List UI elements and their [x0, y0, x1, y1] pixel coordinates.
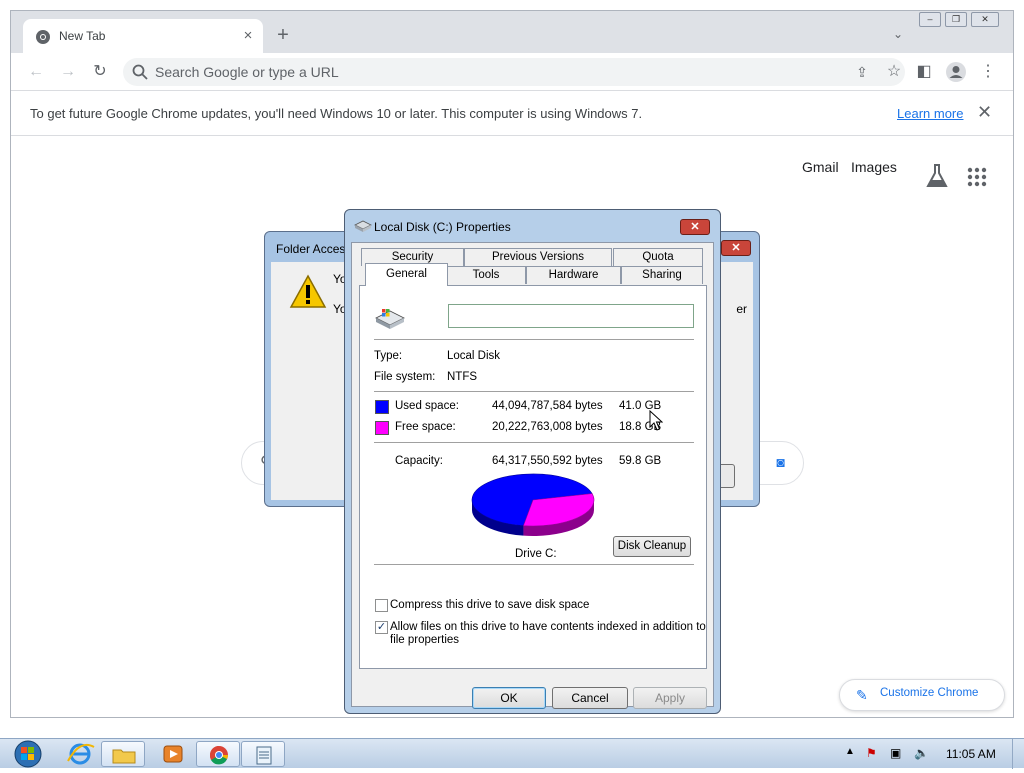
- google-apps-icon[interactable]: [967, 167, 987, 187]
- index-contents-label: Allow files on this drive to have conten…: [390, 621, 706, 633]
- back-icon[interactable]: ←: [25, 61, 47, 83]
- mouse-cursor-icon: [649, 410, 663, 431]
- action-center-icon[interactable]: ⚑: [866, 746, 877, 760]
- cancel-button[interactable]: Cancel: [552, 687, 628, 709]
- windows-taskbar: ▲ ⚑ ▣ 🔈 11:05 AM: [0, 738, 1024, 769]
- tab-quota[interactable]: Quota: [613, 248, 703, 266]
- compress-drive-checkbox[interactable]: [375, 599, 388, 612]
- infobar-message: To get future Google Chrome updates, you…: [30, 106, 643, 121]
- file-system-label: File system:: [374, 371, 436, 383]
- labs-flask-icon[interactable]: [925, 163, 949, 189]
- reload-icon[interactable]: ↻: [89, 61, 111, 83]
- windows-explorer-icon[interactable]: [101, 741, 145, 767]
- local-disk-properties-dialog: Local Disk (C:) Properties ✕ Security Pr…: [344, 209, 721, 714]
- type-label: Type:: [374, 350, 403, 362]
- show-hidden-icons[interactable]: ▲: [845, 746, 855, 757]
- infobar-close-icon[interactable]: ✕: [977, 102, 992, 123]
- chrome-icon: [36, 30, 50, 44]
- tab-search-chevron-icon[interactable]: ⌄: [893, 27, 903, 41]
- customize-chrome-label: Customize Chrome: [880, 687, 979, 699]
- profile-avatar-icon[interactable]: [945, 61, 967, 83]
- free-space-label: Free space:: [395, 421, 456, 433]
- separator: [374, 391, 694, 392]
- tab-tools[interactable]: Tools: [446, 266, 526, 284]
- used-space-swatch: [375, 400, 389, 414]
- type-value: Local Disk: [447, 350, 501, 362]
- chrome-taskbar-icon[interactable]: [196, 741, 240, 767]
- folder-dialog-title: Folder Acces: [276, 242, 346, 256]
- separator: [374, 564, 694, 565]
- omnibox[interactable]: ⇪ ☆: [123, 58, 905, 86]
- window-controls: – ❐ ✕: [919, 11, 999, 29]
- folder-dialog-text-3: er: [736, 302, 747, 316]
- tab-general[interactable]: General: [365, 263, 448, 286]
- disk-cleanup-button[interactable]: Disk Cleanup: [613, 536, 691, 557]
- update-infobar: To get future Google Chrome updates, you…: [11, 92, 1013, 136]
- learn-more-link[interactable]: Learn more: [897, 106, 963, 121]
- pencil-icon: ✎: [856, 687, 868, 703]
- drive-icon: [354, 220, 372, 232]
- network-icon[interactable]: ▣: [890, 746, 901, 760]
- forward-icon[interactable]: →: [57, 61, 79, 83]
- search-icon: [132, 64, 148, 80]
- file-system-value: NTFS: [447, 371, 478, 383]
- used-space-label: Used space:: [395, 400, 459, 412]
- volume-muted-icon[interactable]: 🔈: [914, 746, 929, 760]
- menu-kebab-icon[interactable]: ⋮: [977, 61, 999, 83]
- gmail-link[interactable]: Gmail: [802, 159, 839, 175]
- internet-explorer-icon[interactable]: [58, 741, 102, 767]
- separator: [374, 339, 694, 340]
- media-player-icon[interactable]: [151, 741, 195, 767]
- tab-hardware[interactable]: Hardware: [526, 266, 621, 284]
- drive-c-label: Drive C:: [515, 548, 557, 560]
- show-desktop-button[interactable]: [1012, 739, 1024, 769]
- new-tab-button[interactable]: +: [273, 25, 293, 45]
- capacity-label: Capacity:: [395, 455, 443, 467]
- bookmark-star-icon[interactable]: ☆: [883, 61, 905, 83]
- close-window-button[interactable]: ✕: [971, 12, 999, 27]
- used-space-bytes: 44,094,787,584 bytes: [492, 400, 603, 412]
- taskbar-clock[interactable]: 11:05 AM: [946, 747, 996, 761]
- maximize-button[interactable]: ❐: [945, 12, 967, 27]
- customize-chrome-button[interactable]: ✎ Customize Chrome: [839, 679, 1005, 711]
- properties-close-button[interactable]: ✕: [680, 219, 710, 235]
- local-disk-icon: [375, 309, 405, 329]
- capacity-gb: 59.8 GB: [619, 455, 662, 467]
- disk-usage-pie-chart: [471, 473, 595, 536]
- general-tab-panel: Type: Local Disk File system: NTFS Used …: [359, 285, 707, 669]
- properties-dialog-title: Local Disk (C:) Properties: [374, 220, 511, 234]
- tab-title: New Tab: [59, 29, 106, 43]
- apply-button[interactable]: Apply: [633, 687, 707, 709]
- folder-dialog-close-button[interactable]: ✕: [721, 240, 751, 256]
- browser-toolbar: ← → ↻ ⇪ ☆ ◧ ⋮: [11, 53, 1013, 91]
- free-space-bytes: 20,222,763,008 bytes: [492, 421, 603, 433]
- side-panel-icon[interactable]: ◧: [913, 61, 935, 83]
- capacity-bytes: 64,317,550,592 bytes: [492, 455, 603, 467]
- tab-sharing[interactable]: Sharing: [621, 266, 703, 284]
- index-contents-checkbox[interactable]: ✓: [375, 621, 388, 634]
- tab-strip: New Tab × + ⌄ – ❐ ✕: [11, 11, 1013, 53]
- omnibox-input[interactable]: [155, 62, 755, 82]
- index-contents-label-2: file properties: [390, 634, 460, 646]
- notepad-icon[interactable]: [241, 741, 285, 767]
- lens-camera-icon[interactable]: ◙: [777, 454, 785, 470]
- free-space-swatch: [375, 421, 389, 435]
- start-orb-icon[interactable]: [6, 740, 46, 768]
- minimize-button[interactable]: –: [919, 12, 941, 27]
- ok-button[interactable]: OK: [472, 687, 546, 709]
- warning-icon: [289, 274, 327, 308]
- tab-previous-versions[interactable]: Previous Versions: [464, 248, 612, 266]
- drive-label-input[interactable]: [448, 304, 694, 328]
- properties-client-area: Security Previous Versions Quota Tools H…: [351, 242, 714, 709]
- tab-new-tab[interactable]: New Tab ×: [23, 19, 263, 53]
- separator: [374, 442, 694, 443]
- images-link[interactable]: Images: [851, 159, 897, 175]
- tab-close-icon[interactable]: ×: [239, 27, 257, 45]
- share-icon[interactable]: ⇪: [851, 61, 873, 83]
- compress-drive-label: Compress this drive to save disk space: [390, 599, 590, 611]
